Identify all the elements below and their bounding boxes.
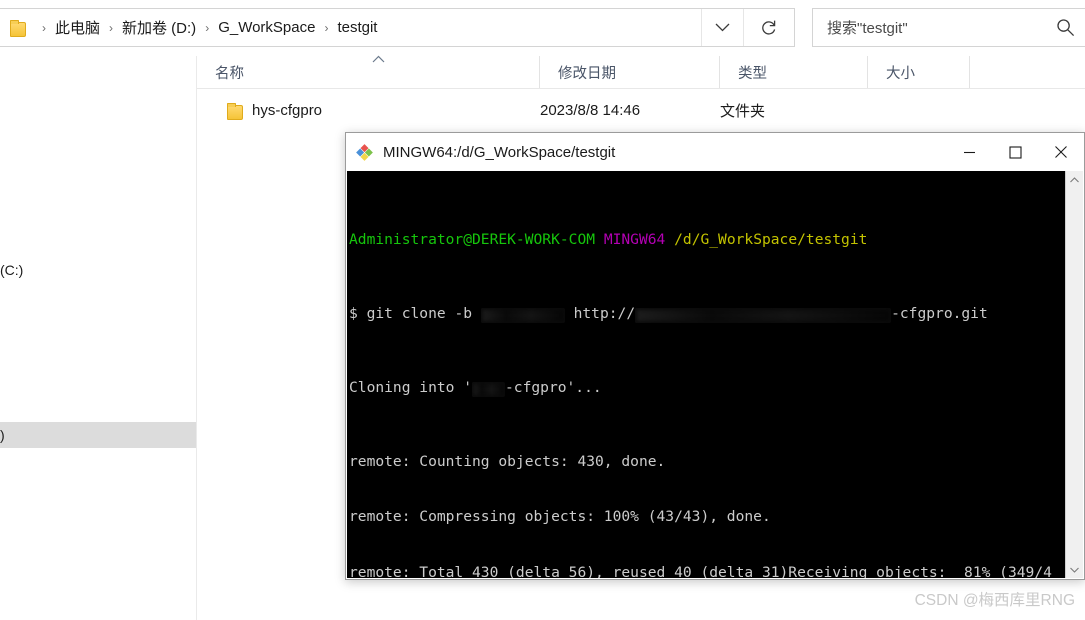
prompt-path: /d/G_WorkSpace/testgit	[674, 230, 868, 248]
explorer-address-bar: › 此电脑 › 新加卷 (D:) › G_WorkSpace › testgit	[0, 8, 1085, 48]
breadcrumb: › 此电脑 › 新加卷 (D:) › G_WorkSpace › testgit	[0, 14, 794, 41]
scroll-up-arrow-icon[interactable]	[1066, 171, 1083, 188]
column-header-size[interactable]: 大小	[868, 56, 970, 88]
git-bash-window[interactable]: MINGW64:/d/G_WorkSpace/testgit Administr…	[345, 132, 1085, 580]
column-header-modified[interactable]: 修改日期	[540, 56, 720, 88]
terminal-title-text: MINGW64:/d/G_WorkSpace/testgit	[383, 143, 616, 161]
address-path-box[interactable]: › 此电脑 › 新加卷 (D:) › G_WorkSpace › testgit	[0, 8, 795, 47]
file-list-column-headers: 名称 修改日期 类型 大小	[197, 54, 1085, 88]
redacted-repo-name: xxx	[472, 381, 506, 397]
column-header-type[interactable]: 类型	[720, 56, 868, 88]
maximize-icon	[1008, 145, 1022, 159]
terminal-title-bar[interactable]: MINGW64:/d/G_WorkSpace/testgit	[346, 133, 1084, 171]
breadcrumb-separator-2[interactable]: ›	[198, 21, 216, 35]
watermark: CSDN @梅西库里RNG	[914, 592, 1075, 609]
breadcrumb-separator-0[interactable]: ›	[35, 21, 53, 35]
file-name-cell: hys-cfgpro	[197, 101, 540, 120]
terminal-scrollbar[interactable]	[1065, 171, 1083, 578]
search-box[interactable]: 搜索"testgit"	[812, 8, 1085, 47]
command-text-part3: -cfgpro.git	[891, 304, 988, 322]
close-button[interactable]	[1038, 133, 1084, 171]
terminal-screen[interactable]: Administrator@DEREK-WORK-COM MINGW64 /d/…	[347, 171, 1065, 579]
close-icon	[1055, 146, 1067, 158]
terminal-output-total: remote: Total 430 (delta 56), reused 40 …	[349, 563, 1052, 579]
file-type-cell: 文件夹	[720, 102, 766, 120]
cloning-text-part2: -cfgpro'...	[505, 378, 602, 396]
nav-item-drive-c[interactable]: (C:)	[0, 259, 23, 281]
address-dropdown-button[interactable]	[701, 9, 742, 46]
search-input[interactable]: 搜索"testgit"	[827, 17, 1056, 38]
breadcrumb-separator-1[interactable]: ›	[102, 21, 120, 35]
command-text-part2: http://	[564, 304, 636, 322]
redacted-url-host: xxxxxxxxxxxxxxxxxxxxxxxx	[635, 307, 892, 323]
folder-icon	[227, 102, 244, 120]
screen: › 此电脑 › 新加卷 (D:) › G_WorkSpace › testgit	[0, 0, 1085, 620]
git-bash-icon	[355, 143, 374, 162]
file-modified-cell: 2023/8/8 14:46	[540, 101, 641, 119]
command-text-part1: git clone -b	[366, 304, 481, 322]
file-name-label: hys-cfgpro	[252, 101, 323, 119]
terminal-output-cloning: Cloning into 'xxx-cfgpro'...	[349, 379, 1065, 398]
prompt-user-host: Administrator@DEREK-WORK-COM	[349, 230, 596, 248]
scroll-down-arrow-icon[interactable]	[1066, 561, 1083, 578]
terminal-command-line: $ git clone -b xxxxxxxx http://xxxxxxxxx…	[349, 304, 988, 323]
maximize-button[interactable]	[992, 133, 1038, 171]
column-header-name[interactable]: 名称	[197, 54, 540, 88]
folder-icon	[10, 20, 27, 37]
column-header-name-label: 名称	[215, 65, 244, 82]
chevron-down-icon	[715, 23, 729, 32]
redacted-branch-name: xxxxxxxx	[480, 307, 565, 323]
refresh-icon	[762, 20, 776, 35]
breadcrumb-item-testgit[interactable]: testgit	[335, 16, 379, 39]
breadcrumb-item-g-workspace[interactable]: G_WorkSpace	[216, 16, 317, 39]
breadcrumb-item-this-pc[interactable]: 此电脑	[53, 14, 102, 41]
minimize-button[interactable]	[946, 133, 992, 171]
sort-ascending-icon	[372, 54, 385, 66]
nav-item-selected[interactable]: )	[0, 422, 196, 448]
terminal-output-compressing: remote: Compressing objects: 100% (43/43…	[349, 508, 771, 525]
refresh-button[interactable]	[743, 9, 794, 46]
terminal-prompt-line: Administrator@DEREK-WORK-COM MINGW64 /d/…	[349, 231, 1065, 250]
table-row[interactable]: hys-cfgpro 2023/8/8 14:46 文件夹	[197, 97, 1085, 123]
terminal-body[interactable]: Administrator@DEREK-WORK-COM MINGW64 /d/…	[347, 171, 1083, 578]
terminal-output-counting: remote: Counting objects: 430, done.	[349, 452, 666, 470]
breadcrumb-item-drive-d[interactable]: 新加卷 (D:)	[120, 14, 198, 41]
window-controls	[946, 133, 1084, 171]
prompt-shell: MINGW64	[603, 230, 666, 248]
cloning-text-part1: Cloning into '	[349, 378, 473, 396]
minimize-icon	[963, 151, 975, 153]
search-icon[interactable]	[1056, 18, 1075, 37]
breadcrumb-separator-3[interactable]: ›	[317, 21, 335, 35]
